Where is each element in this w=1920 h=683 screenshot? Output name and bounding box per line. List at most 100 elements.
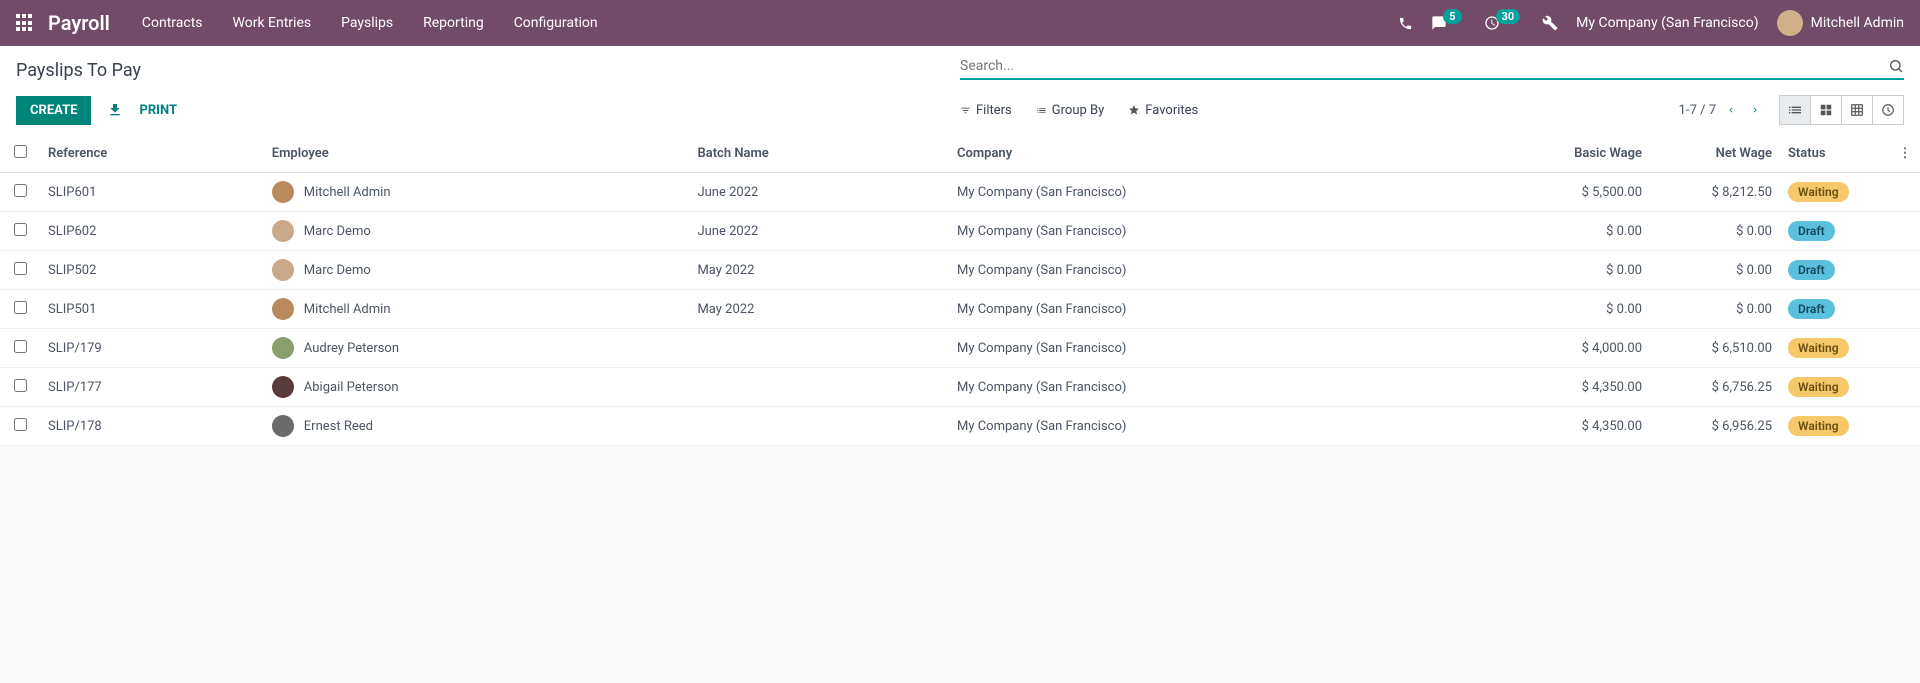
menu-work-entries[interactable]: Work Entries (233, 15, 312, 31)
search-icon[interactable] (1888, 58, 1904, 74)
cell-reference: SLIP502 (40, 251, 264, 290)
star-icon (1128, 104, 1140, 116)
messages-icon[interactable]: 5 (1431, 15, 1465, 31)
pager-next-icon[interactable] (1750, 103, 1760, 117)
company-selector[interactable]: My Company (San Francisco) (1576, 15, 1758, 31)
filters-button[interactable]: Filters (960, 103, 1012, 118)
cell-batch (689, 368, 949, 407)
cell-reference: SLIP602 (40, 212, 264, 251)
favorites-button[interactable]: Favorites (1128, 103, 1198, 118)
table-row[interactable]: SLIP601Mitchell AdminJune 2022My Company… (0, 173, 1920, 212)
cell-employee: Mitchell Admin (272, 298, 682, 320)
cell-batch: May 2022 (689, 251, 949, 290)
col-status[interactable]: Status (1780, 135, 1890, 173)
select-all-checkbox[interactable] (14, 145, 27, 158)
row-checkbox[interactable] (14, 223, 27, 236)
phone-icon[interactable] (1398, 16, 1413, 31)
cell-employee: Marc Demo (272, 259, 682, 281)
print-button[interactable]: PRINT (139, 103, 177, 118)
col-net-wage[interactable]: Net Wage (1650, 135, 1780, 173)
user-menu[interactable]: Mitchell Admin (1777, 10, 1904, 36)
col-reference[interactable]: Reference (40, 135, 264, 173)
view-kanban-icon[interactable] (1810, 95, 1842, 125)
row-checkbox[interactable] (14, 379, 27, 392)
cell-batch (689, 329, 949, 368)
cell-batch: June 2022 (689, 173, 949, 212)
search-input[interactable] (960, 58, 1888, 74)
messages-badge: 5 (1443, 9, 1461, 24)
filters-label: Filters (976, 103, 1012, 118)
cell-reference: SLIP501 (40, 290, 264, 329)
cell-net-wage: $ 0.00 (1650, 212, 1780, 251)
employee-name: Ernest Reed (304, 419, 373, 434)
menu-reporting[interactable]: Reporting (423, 15, 484, 31)
col-company[interactable]: Company (949, 135, 1500, 173)
column-options-icon[interactable]: ⋮ (1890, 135, 1920, 173)
table-row[interactable]: SLIP/178Ernest ReedMy Company (San Franc… (0, 407, 1920, 446)
status-badge: Waiting (1788, 377, 1849, 397)
row-checkbox[interactable] (14, 262, 27, 275)
pager-prev-icon[interactable] (1726, 103, 1736, 117)
table-row[interactable]: SLIP/177 Abigail Peterson My Company (San … (0, 368, 1920, 407)
employee-avatar-icon (272, 181, 294, 203)
col-basic-wage[interactable]: Basic Wage (1500, 135, 1650, 173)
cell-net-wage: $ 6,956.25 (1650, 407, 1780, 446)
cell-employee: Marc Demo (272, 220, 682, 242)
employee-name: Mitchell Admin (304, 185, 391, 200)
status-badge: Waiting (1788, 338, 1849, 358)
status-badge: Waiting (1788, 416, 1849, 436)
employee-avatar-icon (272, 220, 294, 242)
row-checkbox[interactable] (14, 340, 27, 353)
download-icon[interactable] (107, 102, 123, 118)
cell-reference: SLIP/177 (40, 368, 264, 407)
cell-net-wage: $ 6,510.00 (1650, 329, 1780, 368)
view-list-icon[interactable] (1779, 95, 1811, 125)
status-badge: Draft (1788, 260, 1835, 280)
cell-net-wage: $ 0.00 (1650, 290, 1780, 329)
menu-contracts[interactable]: Contracts (142, 15, 203, 31)
table-row[interactable]: SLIP501Mitchell AdminMay 2022My Company … (0, 290, 1920, 329)
nav-right: 5 30 My Company (San Francisco) Mitchell… (1398, 10, 1904, 36)
col-employee[interactable]: Employee (264, 135, 690, 173)
employee-name: Abigail Peterson (304, 380, 399, 395)
employee-name: Mitchell Admin (304, 302, 391, 317)
groupby-button[interactable]: Group By (1036, 103, 1105, 118)
view-activity-icon[interactable] (1872, 95, 1904, 125)
cell-company: My Company (San Francisco) (949, 173, 1500, 212)
employee-name: Marc Demo (304, 263, 371, 278)
col-batch[interactable]: Batch Name (689, 135, 949, 173)
cell-basic-wage: $ 4,350.00 (1500, 368, 1650, 407)
cell-batch (689, 407, 949, 446)
activities-icon[interactable]: 30 (1484, 15, 1525, 31)
cell-employee: Audrey Peterson (272, 337, 682, 359)
list-icon (1036, 105, 1047, 116)
activities-badge: 30 (1496, 9, 1521, 24)
menu-payslips[interactable]: Payslips (341, 15, 393, 31)
payslips-table: Reference Employee Batch Name Company Ba… (0, 135, 1920, 446)
cell-company: My Company (San Francisco) (949, 368, 1500, 407)
row-checkbox[interactable] (14, 184, 27, 197)
view-switcher (1780, 95, 1904, 125)
cell-net-wage: $ 8,212.50 (1650, 173, 1780, 212)
view-pivot-icon[interactable] (1841, 95, 1873, 125)
employee-avatar-icon (272, 259, 294, 281)
debug-icon[interactable] (1542, 15, 1558, 31)
table-row[interactable]: SLIP602Marc DemoJune 2022My Company (San… (0, 212, 1920, 251)
pager-text[interactable]: 1-7 / 7 (1679, 103, 1716, 118)
employee-avatar-icon (272, 298, 294, 320)
row-checkbox[interactable] (14, 418, 27, 431)
table-row[interactable]: SLIP/179Audrey PetersonMy Company (San F… (0, 329, 1920, 368)
cell-company: My Company (San Francisco) (949, 251, 1500, 290)
employee-avatar-icon (272, 337, 294, 359)
app-brand[interactable]: Payroll (48, 11, 110, 35)
apps-icon[interactable] (16, 14, 34, 32)
cell-employee: Abigail Peterson (272, 376, 682, 398)
search-bar[interactable] (960, 58, 1904, 80)
funnel-icon (960, 105, 971, 116)
cell-reference: SLIP/179 (40, 329, 264, 368)
create-button[interactable]: CREATE (16, 96, 91, 125)
row-checkbox[interactable] (14, 301, 27, 314)
status-badge: Waiting (1788, 182, 1849, 202)
table-row[interactable]: SLIP502 Marc Demo May 2022My Company (San … (0, 251, 1920, 290)
menu-configuration[interactable]: Configuration (514, 15, 598, 31)
